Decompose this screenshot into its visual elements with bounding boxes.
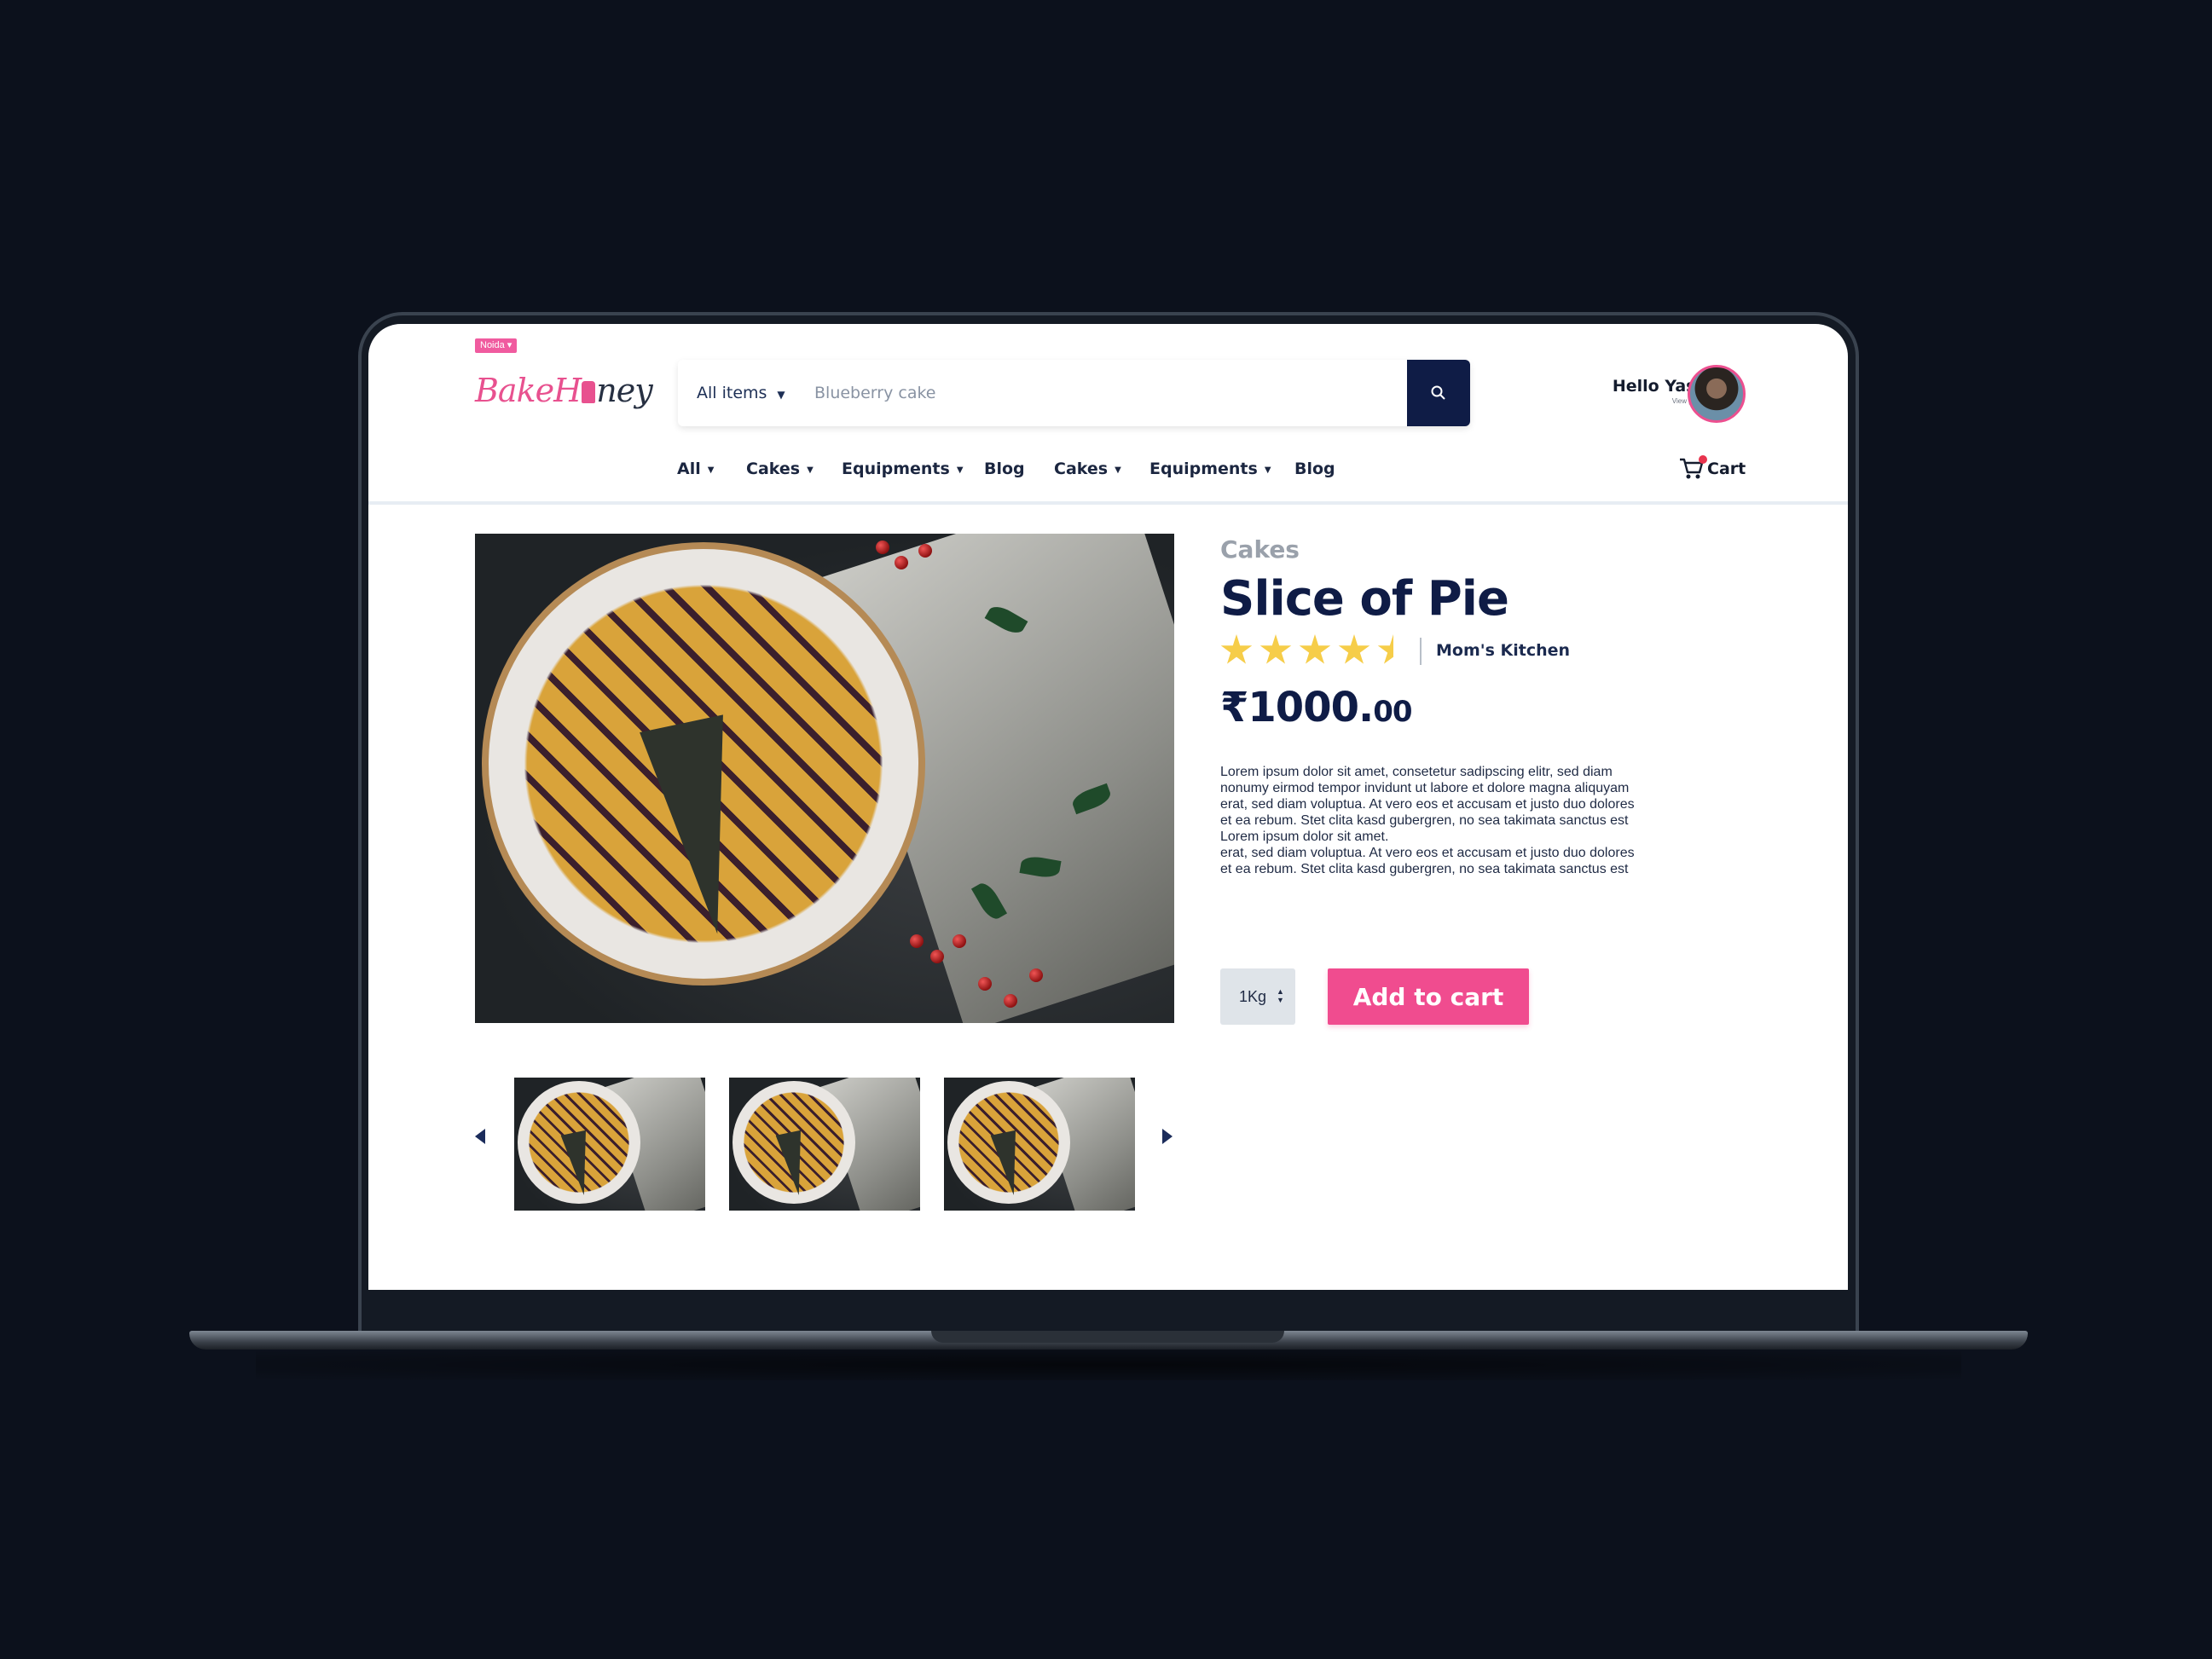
star-icon (1259, 634, 1292, 664)
nav-item-label: Blog (1294, 460, 1335, 478)
cart-label: Cart (1707, 460, 1746, 478)
caret-down-icon: ▼ (707, 465, 715, 475)
location-selector[interactable]: Noida ▾ (475, 338, 518, 353)
logo-text-ney: ney (596, 372, 652, 409)
nav-item-label: Cakes (1054, 460, 1109, 478)
laptop-notch (931, 1331, 1284, 1343)
product-price: ₹1000.00 (1220, 684, 1413, 731)
laptop-shadow (256, 1350, 1961, 1380)
berry-graphic (1004, 994, 1017, 1008)
nav-item-blog[interactable]: Blog (984, 443, 1025, 494)
nav-item-equipments-2[interactable]: Equipments ▼ (1149, 443, 1271, 494)
quantity-stepper[interactable]: 1Kg ▲ ▼ (1220, 968, 1295, 1025)
caret-down-icon: ▼ (1115, 465, 1121, 475)
product-main-image[interactable] (475, 534, 1174, 1023)
product-rating (1220, 634, 1410, 668)
nav-item-cakes-2[interactable]: Cakes ▼ (1054, 443, 1121, 494)
price-cents: 00 (1373, 695, 1412, 729)
thumbnail-gallery (475, 1074, 1174, 1211)
nav-item-all[interactable]: All ▼ (677, 443, 714, 494)
screen: Noida ▾ BakeHney All items▼ Hello Yash V… (368, 324, 1848, 1290)
product-category[interactable]: Cakes (1220, 535, 1300, 564)
caret-down-icon: ▼ (956, 465, 964, 475)
site-header: Noida ▾ BakeHney All items▼ Hello Yash V… (368, 324, 1848, 505)
nav-item-label: Cakes (746, 460, 801, 478)
logo-text-bake: Bake (475, 372, 554, 409)
search-bar: All items ▼ (678, 360, 1470, 426)
thumbnail-3[interactable] (944, 1078, 1135, 1211)
search-button[interactable] (1407, 360, 1470, 426)
spinner-arrows-icon[interactable]: ▲ ▼ (1277, 987, 1284, 1004)
search-category-dropdown[interactable]: All items ▼ (697, 360, 785, 426)
quantity-value: 1Kg (1239, 988, 1267, 1005)
nav-item-equipments[interactable]: Equipments ▼ (842, 443, 964, 494)
thumbnail-2[interactable] (729, 1078, 920, 1211)
logo-text-h: H (553, 372, 582, 409)
nav-item-label: Equipments (1149, 460, 1258, 478)
berry-graphic (953, 934, 966, 948)
nav-item-label: Blog (984, 460, 1025, 478)
rating-divider (1420, 638, 1422, 665)
search-icon (1431, 385, 1445, 400)
cake-logo-icon (582, 381, 596, 403)
chevron-down-icon: ▼ (777, 389, 785, 401)
berry-graphic (978, 977, 992, 991)
price-main: ₹1000. (1220, 684, 1374, 731)
berry-graphic (876, 540, 889, 554)
berry-graphic (1029, 968, 1043, 982)
berry-graphic (910, 934, 924, 948)
add-to-cart-button[interactable]: Add to cart (1328, 968, 1529, 1025)
star-icon (1299, 634, 1331, 664)
avatar[interactable] (1688, 365, 1746, 423)
next-arrow-icon[interactable] (1162, 1129, 1173, 1144)
star-icon (1338, 634, 1370, 664)
search-input[interactable] (814, 373, 1292, 413)
product-description: Lorem ipsum dolor sit amet, consetetur s… (1220, 765, 1635, 876)
nav-item-blog-2[interactable]: Blog (1294, 443, 1335, 494)
thumbnail-1[interactable] (514, 1078, 705, 1211)
product-title: Slice of Pie (1220, 571, 1509, 627)
main-nav: All ▼ Cakes ▼ Equipments ▼ Blog Cakes ▼ Equi… (368, 443, 1848, 494)
star-icon (1220, 634, 1253, 664)
caret-down-icon: ▼ (807, 465, 814, 475)
nav-item-label: All (677, 460, 701, 478)
berry-graphic (895, 556, 908, 569)
caret-down-icon: ▼ (1264, 465, 1271, 475)
nav-item-cakes[interactable]: Cakes ▼ (746, 443, 814, 494)
half-star-icon (1377, 634, 1410, 664)
seller-name[interactable]: Mom's Kitchen (1436, 641, 1570, 660)
berry-graphic (918, 544, 932, 558)
prev-arrow-icon[interactable] (475, 1129, 485, 1144)
berry-graphic (930, 950, 944, 963)
site-logo[interactable]: BakeH ney (475, 372, 653, 409)
cart-count-badge (1699, 455, 1707, 464)
search-category-label: All items (697, 384, 767, 402)
nav-item-label: Equipments (842, 460, 950, 478)
